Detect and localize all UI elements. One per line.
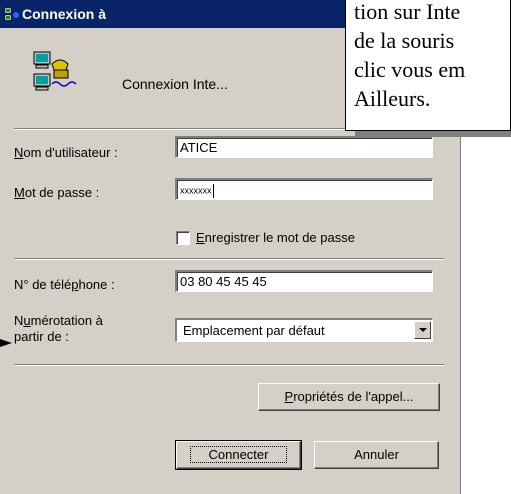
save-password-text: nregistrer le mot de passe xyxy=(204,230,355,246)
password-label-mnemonic: M xyxy=(14,185,25,200)
cancel-label: Annuler xyxy=(354,447,399,462)
dial-from-label-pre: N xyxy=(14,313,24,328)
phone-value: 03 80 45 45 45 xyxy=(180,274,267,289)
password-label-text: ot de passe : xyxy=(24,185,100,200)
separator-middle xyxy=(14,258,444,260)
dial-from-label: Numérotation à partir de : xyxy=(14,313,103,345)
callout-line: tion sur Inte xyxy=(354,0,461,24)
username-label-mnemonic: N xyxy=(14,145,24,160)
callout-line: clic vous em xyxy=(354,57,466,82)
phone-label-post: hone : xyxy=(78,277,115,292)
text-caret xyxy=(212,183,214,198)
arrow-pointer-icon xyxy=(0,339,12,347)
chevron-down-icon[interactable] xyxy=(414,321,431,339)
connection-icon xyxy=(33,51,77,91)
save-password-mnemonic: E xyxy=(196,230,205,246)
annotation-callout: tion sur Inte de la souris clic vous em … xyxy=(345,0,511,131)
connect-label: Connecter xyxy=(189,446,288,463)
save-password-row[interactable]: Enregistrer le mot de passe xyxy=(176,229,355,245)
dial-from-dropdown[interactable]: Emplacement par défaut xyxy=(175,318,433,342)
phone-label: N° de téléphone : xyxy=(14,277,115,292)
username-field[interactable]: ATICE xyxy=(175,136,433,158)
window-title: Connexion à xyxy=(22,6,107,22)
save-password-label: Enregistrer le mot de passe xyxy=(196,230,355,245)
dial-properties-button[interactable]: Propriétés de l'appel... xyxy=(258,383,440,411)
phone-label-pre: N° de télé xyxy=(14,277,72,292)
username-label-text: om d'utilisateur : xyxy=(23,145,118,160)
username-value: ATICE xyxy=(180,140,218,155)
callout-line: Ailleurs. xyxy=(354,86,431,111)
dial-from-label-post: mérotation à xyxy=(30,313,103,328)
save-password-checkbox[interactable] xyxy=(176,230,190,245)
dialup-icon xyxy=(4,7,19,21)
password-field[interactable]: xxxxxxx xyxy=(175,178,433,200)
connection-name: Connexion Inte... xyxy=(122,76,228,92)
dial-properties-mnemonic: P xyxy=(284,389,294,404)
callout-line: de la souris xyxy=(354,28,455,53)
dial-properties-text: ropriétés de l'appel... xyxy=(293,389,414,404)
separator-bottom xyxy=(14,364,444,366)
password-value: xxxxxxx xyxy=(180,185,212,196)
cancel-button[interactable]: Annuler xyxy=(314,441,439,469)
connect-button[interactable]: Connecter xyxy=(175,440,302,470)
phone-field[interactable]: 03 80 45 45 45 xyxy=(175,270,433,292)
dial-from-value: Emplacement par défaut xyxy=(183,323,325,338)
password-label: Mot de passe : xyxy=(14,185,99,200)
username-label: Nom d'utilisateur : xyxy=(14,145,118,160)
callout-shadow xyxy=(355,131,511,137)
dial-from-label-line2: partir de : xyxy=(14,329,69,344)
dial-from-label-mnemonic: u xyxy=(23,313,31,328)
